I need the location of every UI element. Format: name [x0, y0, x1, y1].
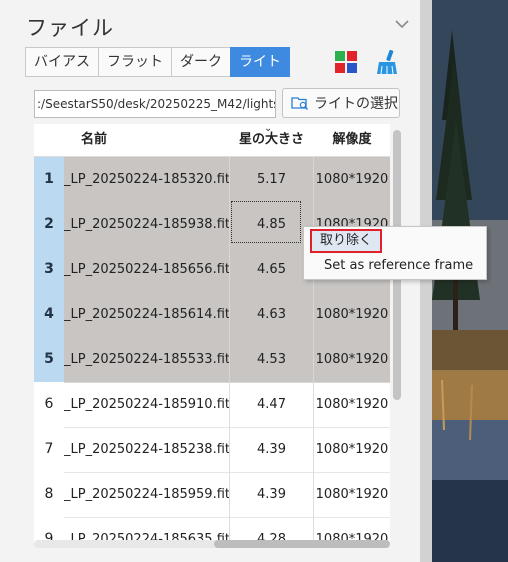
row-number[interactable]: 5: [34, 337, 64, 383]
tab-flat[interactable]: フラット: [98, 47, 172, 77]
file-name-cell[interactable]: _LP_20250224-185959.fit: [64, 472, 230, 518]
frames-table: 名前 星の大きさ 解像度 1 _LP_20250224-185320.fit 5…: [34, 124, 390, 544]
sort-indicator-icon: ⌄: [264, 123, 273, 134]
menu-item-set-reference[interactable]: Set as reference frame: [304, 254, 506, 278]
resolution-cell[interactable]: 1080*1920: [314, 382, 390, 428]
resolution-cell[interactable]: 1080*1920: [314, 157, 390, 203]
star-size-cell[interactable]: 4.39: [230, 472, 314, 518]
file-name-cell[interactable]: _LP_20250224-185656.fit: [64, 247, 230, 293]
select-lights-label: ライトの選択: [314, 96, 398, 112]
cell-focus-outline: [231, 201, 301, 243]
horizontal-scroll-thumb[interactable]: [214, 540, 390, 548]
panel-title: ファイル: [26, 16, 114, 40]
resolution-cell[interactable]: 1080*1920: [314, 292, 390, 338]
star-size-cell[interactable]: 4.65: [230, 247, 314, 293]
tab-dark[interactable]: ダーク: [171, 47, 231, 77]
row-number[interactable]: 1: [34, 157, 64, 203]
row-number[interactable]: 3: [34, 247, 64, 293]
row-number[interactable]: 7: [34, 427, 64, 473]
resolution-cell[interactable]: 1080*1920: [314, 427, 390, 473]
panel-splitter[interactable]: [420, 0, 432, 562]
row-number[interactable]: 8: [34, 472, 64, 518]
resolution-cell[interactable]: 1080*1920: [314, 472, 390, 518]
row-number[interactable]: 2: [34, 202, 64, 248]
header-name[interactable]: 名前: [64, 124, 124, 156]
file-panel: ファイル バイアス フラット ダーク ライト :/SeestarS50/desk…: [0, 0, 420, 562]
context-menu: 取り除く Set as reference frame: [303, 226, 487, 280]
star-size-cell[interactable]: 4.63: [230, 292, 314, 338]
star-size-cell[interactable]: 4.47: [230, 382, 314, 428]
star-size-cell[interactable]: 5.17: [230, 157, 314, 203]
tree-landscape-image: [432, 0, 508, 562]
file-name-cell[interactable]: _LP_20250224-185938.fit: [64, 202, 230, 248]
chevron-down-icon[interactable]: [392, 14, 412, 34]
file-name-cell[interactable]: _LP_20250224-185910.fit: [64, 382, 230, 428]
table-row[interactable]: 8 _LP_20250224-185959.fit 4.39 1080*1920: [34, 472, 390, 518]
file-name-cell[interactable]: _LP_20250224-185320.fit: [64, 157, 230, 203]
select-lights-button[interactable]: ライトの選択: [282, 88, 400, 118]
tab-bias[interactable]: バイアス: [25, 47, 99, 77]
file-name-cell[interactable]: _LP_20250224-185533.fit: [64, 337, 230, 383]
lights-path-field[interactable]: :/SeestarS50/desk/20250225_M42/lights: [34, 90, 276, 118]
file-name-cell[interactable]: _LP_20250224-185614.fit: [64, 292, 230, 338]
menu-item-remove-label: 取り除く: [310, 229, 383, 253]
row-number[interactable]: 4: [34, 292, 64, 338]
folder-search-icon: [291, 97, 308, 110]
star-size-cell[interactable]: 4.39: [230, 427, 314, 473]
preview-image: [432, 0, 508, 562]
row-number[interactable]: 6: [34, 382, 64, 428]
file-name-cell[interactable]: _LP_20250224-185238.fit: [64, 427, 230, 473]
color-grid-icon[interactable]: [334, 50, 358, 74]
table-row[interactable]: 4 _LP_20250224-185614.fit 4.63 1080*1920: [34, 292, 390, 338]
table-header: 名前 星の大きさ 解像度: [34, 124, 390, 157]
star-size-cell[interactable]: 4.53: [230, 337, 314, 383]
table-row[interactable]: 1 _LP_20250224-185320.fit 5.17 1080*1920: [34, 157, 390, 203]
header-resolution[interactable]: 解像度: [314, 124, 390, 156]
menu-item-remove[interactable]: 取り除く: [304, 229, 486, 253]
frame-type-tabs: バイアス フラット ダーク ライト: [25, 47, 290, 77]
table-row[interactable]: 6 _LP_20250224-185910.fit 4.47 1080*1920: [34, 382, 390, 428]
tab-light[interactable]: ライト: [230, 47, 290, 77]
table-row[interactable]: 7 _LP_20250224-185238.fit 4.39 1080*1920: [34, 427, 390, 473]
table-row[interactable]: 5 _LP_20250224-185533.fit 4.53 1080*1920: [34, 337, 390, 383]
horizontal-scrollbar[interactable]: [34, 540, 390, 548]
resolution-cell[interactable]: 1080*1920: [314, 337, 390, 383]
broom-icon[interactable]: [373, 48, 401, 76]
